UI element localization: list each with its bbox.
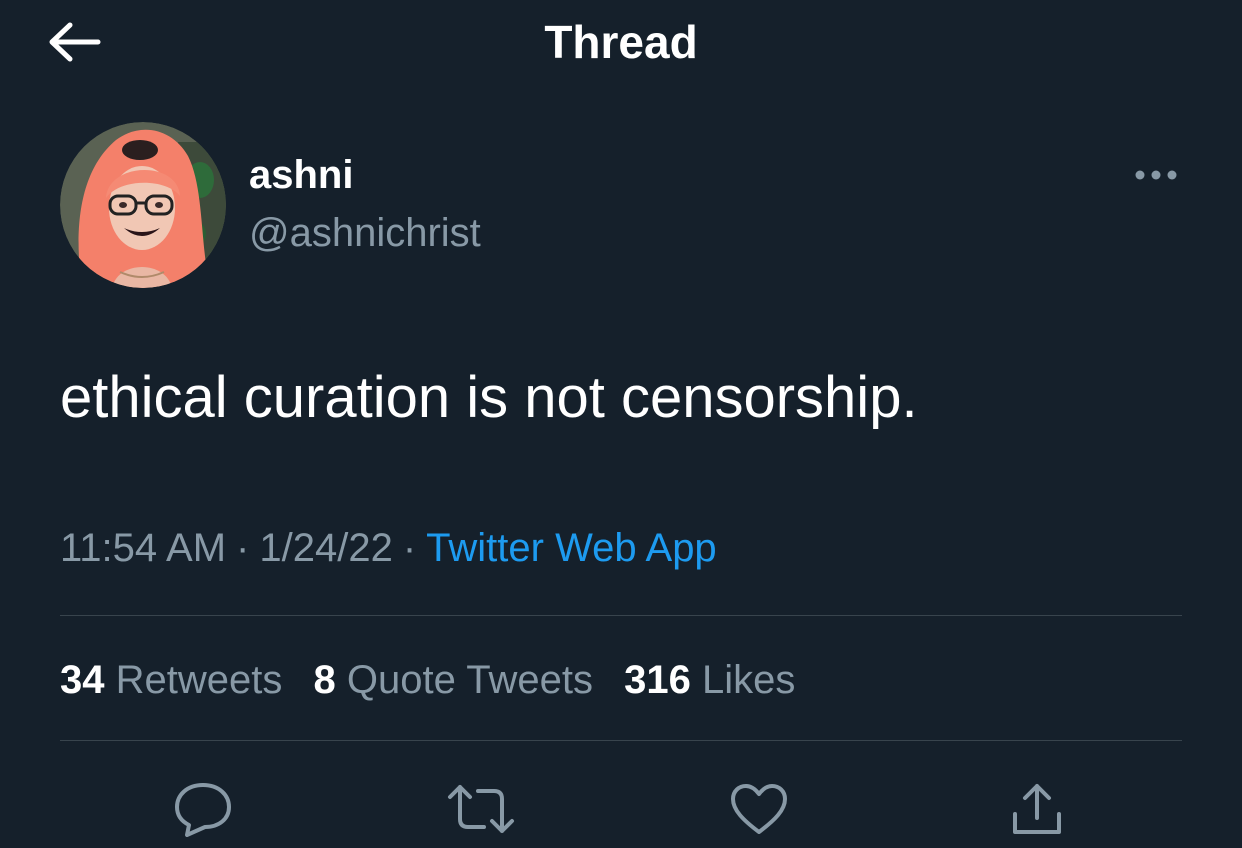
likes-label: Likes	[701, 658, 796, 702]
divider	[60, 615, 1182, 616]
profile-photo	[60, 122, 226, 288]
quote-tweets-label: Quote Tweets	[346, 658, 593, 702]
top-bar: Thread	[0, 0, 1242, 100]
more-dots-icon	[1135, 170, 1177, 180]
like-button[interactable]	[724, 776, 794, 842]
like-icon	[731, 784, 787, 834]
retweet-icon	[448, 785, 514, 833]
author-handle[interactable]: @ashnichrist	[249, 208, 481, 258]
divider	[60, 740, 1182, 741]
quote-tweets-count: 8	[313, 658, 336, 702]
retweets-count: 34	[60, 658, 105, 702]
meta-separator: ·	[402, 526, 417, 570]
share-button[interactable]	[1002, 776, 1072, 842]
retweets-label: Retweets	[115, 658, 283, 702]
likes-stat[interactable]: 316 Likes	[624, 658, 795, 702]
tweet-source-link[interactable]: Twitter Web App	[426, 526, 717, 570]
reply-button[interactable]	[168, 776, 238, 842]
retweets-stat[interactable]: 34 Retweets	[60, 658, 282, 702]
retweet-button[interactable]	[446, 776, 516, 842]
tweet-meta: 11:54 AM · 1/24/22 · Twitter Web App	[60, 522, 717, 574]
share-icon	[1013, 784, 1061, 834]
tweet-date: 1/24/22	[259, 526, 393, 570]
likes-count: 316	[624, 658, 691, 702]
reply-icon	[175, 783, 231, 837]
tweet-stats: 34 Retweets 8 Quote Tweets 316 Likes	[60, 654, 815, 706]
page-title: Thread	[544, 16, 698, 68]
tweet-text: ethical curation is not censorship.	[60, 365, 918, 430]
author-display-name[interactable]: ashni	[249, 150, 353, 200]
meta-separator: ·	[236, 526, 250, 570]
avatar[interactable]	[60, 122, 226, 288]
tweet-time: 11:54 AM	[60, 526, 227, 570]
more-options-button[interactable]	[1128, 160, 1184, 190]
quote-tweets-stat[interactable]: 8 Quote Tweets	[314, 658, 593, 702]
